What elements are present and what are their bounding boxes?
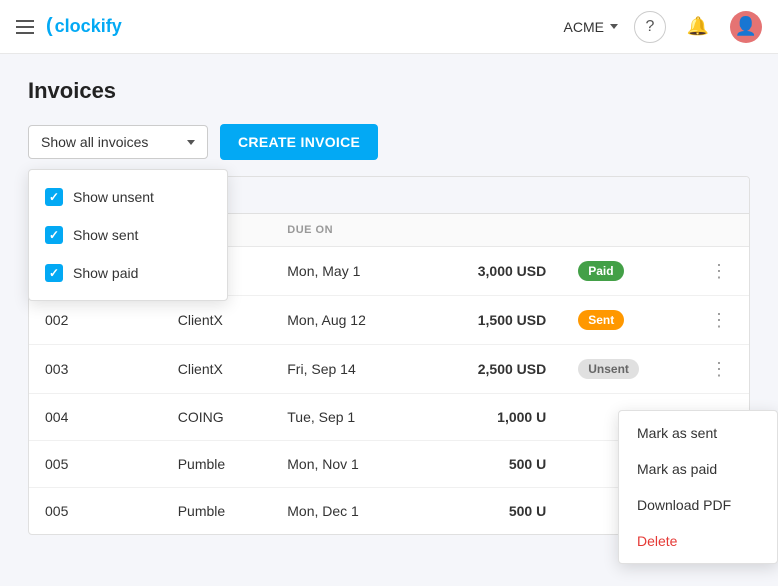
cell-client: COING — [162, 394, 272, 441]
cell-actions: ⋮ — [690, 345, 749, 394]
checkbox-paid: ✓ — [45, 264, 63, 282]
dropdown-item-unsent-label: Show unsent — [73, 189, 154, 205]
filter-chevron-icon — [187, 140, 195, 145]
filter-button[interactable]: Show all invoices — [28, 125, 208, 159]
avatar[interactable]: 👤 — [730, 11, 762, 43]
avatar-placeholder: 👤 — [735, 16, 757, 37]
cell-due: Mon, Aug 12 — [271, 296, 423, 345]
checkbox-unsent: ✓ — [45, 188, 63, 206]
checkbox-sent: ✓ — [45, 226, 63, 244]
status-badge: Paid — [578, 261, 623, 281]
col-header-actions — [690, 214, 749, 247]
hamburger-menu-icon[interactable] — [16, 20, 34, 34]
logo-bracket: ( — [46, 15, 53, 38]
cell-invoice-id: 005 — [29, 441, 162, 488]
cell-due: Fri, Sep 14 — [271, 345, 423, 394]
cell-client: ClientX — [162, 296, 272, 345]
workspace-label: ACME — [564, 19, 604, 35]
status-badge: Unsent — [578, 359, 639, 379]
table-row: 003 ClientX Fri, Sep 14 2,500 USD Unsent… — [29, 345, 749, 394]
cell-due: Mon, Dec 1 — [271, 488, 423, 535]
workspace-chevron-icon — [610, 24, 618, 29]
dropdown-item-sent-label: Show sent — [73, 227, 138, 243]
col-header-status — [562, 214, 690, 247]
context-menu-mark-paid[interactable]: Mark as paid — [619, 451, 777, 487]
row-actions-button[interactable]: ⋮ — [706, 360, 733, 378]
cell-invoice-id: 004 — [29, 394, 162, 441]
cell-due: Tue, Sep 1 — [271, 394, 423, 441]
toolbar: Show all invoices ✓ Show unsent ✓ Show s… — [28, 124, 750, 160]
cell-invoice-id: 003 — [29, 345, 162, 394]
cell-status: Sent — [562, 296, 690, 345]
cell-client: Pumble — [162, 488, 272, 535]
filter-dropdown-menu: ✓ Show unsent ✓ Show sent ✓ Show paid — [28, 169, 228, 301]
row-actions-button[interactable]: ⋮ — [706, 262, 733, 280]
context-menu: Mark as sent Mark as paid Download PDF D… — [618, 410, 778, 564]
row-actions-button[interactable]: ⋮ — [706, 311, 733, 329]
context-menu-mark-sent[interactable]: Mark as sent — [619, 415, 777, 451]
help-button[interactable]: ? — [634, 11, 666, 43]
dropdown-item-sent[interactable]: ✓ Show sent — [29, 216, 227, 254]
create-invoice-button[interactable]: CREATE INVOICE — [220, 124, 378, 160]
logo: ( clockify — [46, 15, 122, 38]
cell-amount: 1,500 USD — [424, 296, 563, 345]
cell-amount: 2,500 USD — [424, 345, 563, 394]
cell-amount: 1,000 U — [424, 394, 563, 441]
cell-status: Paid — [562, 247, 690, 296]
dropdown-item-unsent[interactable]: ✓ Show unsent — [29, 178, 227, 216]
cell-client: Pumble — [162, 441, 272, 488]
filter-dropdown: Show all invoices ✓ Show unsent ✓ Show s… — [28, 125, 208, 159]
cell-due: Mon, May 1 — [271, 247, 423, 296]
header-right: ACME ? 🔔 👤 — [564, 11, 762, 43]
col-header-due-on: DUE ON — [271, 214, 423, 247]
cell-amount: 3,000 USD — [424, 247, 563, 296]
bell-icon: 🔔 — [687, 16, 709, 37]
cell-actions: ⋮ — [690, 296, 749, 345]
context-menu-download-pdf[interactable]: Download PDF — [619, 487, 777, 523]
header: ( clockify ACME ? 🔔 👤 — [0, 0, 778, 54]
help-icon: ? — [646, 18, 655, 36]
cell-amount: 500 U — [424, 488, 563, 535]
context-menu-delete[interactable]: Delete — [619, 523, 777, 559]
cell-invoice-id: 005 — [29, 488, 162, 535]
dropdown-item-paid[interactable]: ✓ Show paid — [29, 254, 227, 292]
workspace-selector[interactable]: ACME — [564, 19, 618, 35]
logo-text: clockify — [55, 16, 122, 37]
cell-due: Mon, Nov 1 — [271, 441, 423, 488]
cell-client: ClientX — [162, 345, 272, 394]
page-title: Invoices — [28, 78, 750, 104]
filter-label: Show all invoices — [41, 134, 148, 150]
col-header-amount — [424, 214, 563, 247]
cell-status: Unsent — [562, 345, 690, 394]
table-row: 002 ClientX Mon, Aug 12 1,500 USD Sent ⋮ — [29, 296, 749, 345]
cell-actions: ⋮ — [690, 247, 749, 296]
status-badge: Sent — [578, 310, 624, 330]
cell-invoice-id: 002 — [29, 296, 162, 345]
cell-amount: 500 U — [424, 441, 563, 488]
notifications-button[interactable]: 🔔 — [682, 11, 714, 43]
dropdown-item-paid-label: Show paid — [73, 265, 138, 281]
